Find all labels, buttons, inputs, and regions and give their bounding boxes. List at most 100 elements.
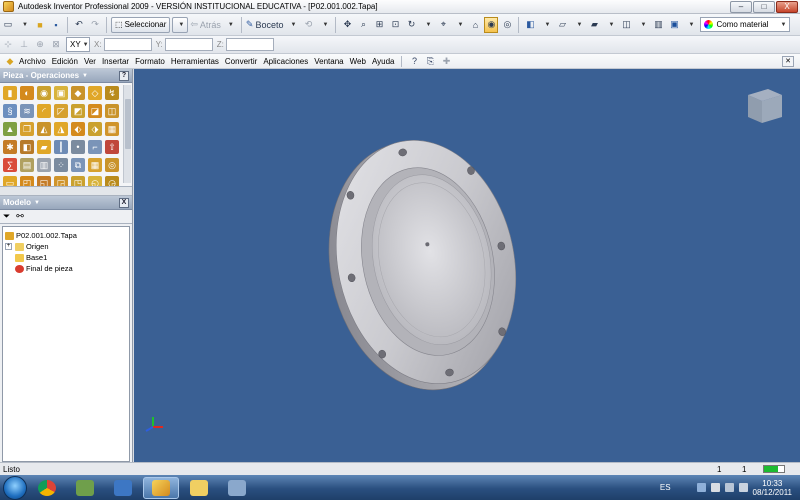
filter-icon[interactable]: ⏷ — [3, 211, 10, 222]
visual-style-icon[interactable]: ▣ — [667, 17, 681, 33]
hidden-edge-icon[interactable]: ◎ — [500, 17, 514, 33]
material-select[interactable]: Como material ▼ — [700, 17, 791, 32]
operations-help-button[interactable]: ? — [119, 70, 129, 81]
home-view-icon[interactable]: ⌂ — [468, 17, 482, 33]
part-document-icon[interactable]: ◆ — [4, 55, 16, 67]
inventor-app-icon[interactable] — [3, 1, 14, 12]
menu-convertir[interactable]: Convertir — [222, 57, 260, 66]
visual-style-dropdown-icon[interactable]: ▼ — [683, 17, 697, 33]
link-icon[interactable]: ⧉ — [71, 158, 85, 172]
hole-icon[interactable]: ◉ — [37, 86, 51, 100]
ground-plane-icon[interactable]: ▰ — [587, 17, 601, 33]
table-icon[interactable]: ▦ — [88, 158, 102, 172]
tree-item-end-of-part[interactable]: Final de pieza — [5, 263, 127, 274]
move-face-icon[interactable]: ▲ — [3, 122, 17, 136]
zoom-icon[interactable]: ⌕ — [356, 17, 370, 33]
work-point-icon[interactable]: • — [71, 140, 85, 154]
language-indicator[interactable]: ES — [660, 483, 671, 492]
operations-scrollbar[interactable] — [123, 85, 131, 183]
shadow-dropdown-icon[interactable]: ▼ — [571, 17, 585, 33]
extrude-icon[interactable]: ▮ — [3, 86, 17, 100]
circular-pattern-icon[interactable]: ✱ — [3, 140, 17, 154]
sketch-tools-icon[interactable]: ▥ — [37, 158, 51, 172]
sketch-button[interactable]: ✎ Boceto — [246, 17, 284, 33]
import-icon[interactable]: ⬗ — [88, 122, 102, 136]
menu-aplicaciones[interactable]: Aplicaciones — [260, 57, 311, 66]
plane-select[interactable]: XY ▼ — [66, 37, 90, 52]
menu-ver[interactable]: Ver — [81, 57, 99, 66]
chamfer-icon[interactable]: ◸ — [54, 104, 68, 118]
work-plane-icon[interactable]: ▰ — [37, 140, 51, 154]
taskbar-explorer[interactable] — [181, 477, 217, 499]
sculpt-icon[interactable]: ◳ — [71, 176, 85, 186]
shadow-icon[interactable]: ▱ — [555, 17, 569, 33]
z-coord-input[interactable] — [225, 38, 274, 51]
menu-formato[interactable]: Formato — [132, 57, 168, 66]
replace-face-icon[interactable]: ◵ — [88, 176, 102, 186]
unfold-icon[interactable]: ▭ — [3, 176, 17, 186]
scrollbar-thumb[interactable] — [125, 99, 131, 149]
menu-ventana[interactable]: Ventana — [311, 57, 346, 66]
display-mode-icon[interactable]: ◧ — [523, 17, 537, 33]
detail-icon[interactable]: ◎ — [105, 158, 119, 172]
display-mode-dropdown-icon[interactable]: ▼ — [539, 17, 553, 33]
minimize-button[interactable]: – — [730, 1, 752, 13]
undo-icon[interactable]: ↶ — [72, 17, 86, 33]
thicken-icon[interactable]: ◲ — [54, 176, 68, 186]
orbit-icon[interactable]: ↻ — [404, 17, 418, 33]
point-icon[interactable]: ⊕ — [33, 37, 47, 53]
taskbar-chrome[interactable] — [29, 477, 65, 499]
back-button[interactable]: ⇦ Atrás — [190, 17, 221, 33]
decal-icon[interactable]: ◭ — [37, 122, 51, 136]
pin-icon[interactable]: ✚ — [441, 55, 453, 67]
tree-item-root[interactable]: P02.001.002.Tapa — [5, 230, 127, 241]
boundary-icon[interactable]: ◱ — [37, 176, 51, 186]
new-dropdown-icon[interactable]: ▼ — [17, 17, 31, 33]
camera-dropdown-icon[interactable]: ▼ — [635, 17, 649, 33]
maximize-button[interactable]: □ — [753, 1, 775, 13]
look-at-icon[interactable]: ⌖ — [436, 17, 450, 33]
x-coord-input[interactable] — [103, 38, 152, 51]
split-icon[interactable]: ◪ — [88, 104, 102, 118]
rib-icon[interactable]: ◆ — [71, 86, 85, 100]
update-dropdown-icon[interactable]: ▼ — [317, 17, 331, 33]
combine-icon[interactable]: ◫ — [105, 104, 119, 118]
back-dropdown-icon[interactable]: ▼ — [223, 17, 237, 33]
tree-item-origin[interactable]: + Origen — [5, 241, 127, 252]
camera-icon[interactable]: ◫ — [619, 17, 633, 33]
chevron-down-icon[interactable]: ▼ — [82, 73, 88, 79]
copy-object-icon[interactable]: ❐ — [20, 122, 34, 136]
analysis-icon[interactable]: ▥ — [651, 17, 665, 33]
shell-icon[interactable]: ▣ — [54, 86, 68, 100]
mirror-icon[interactable]: ◧ — [20, 140, 34, 154]
loft-icon[interactable]: ◇ — [88, 86, 102, 100]
constraint-icon[interactable]: ⊥ — [17, 37, 31, 53]
pan-icon[interactable]: ✥ — [340, 17, 354, 33]
graphics-viewport[interactable] — [134, 69, 800, 462]
model-panel-close-button[interactable]: X — [119, 197, 129, 208]
update-icon[interactable]: ⟲ — [301, 17, 315, 33]
tray-up-icon[interactable] — [696, 483, 706, 492]
revolve-icon[interactable]: ◐ — [20, 86, 34, 100]
document-close-button[interactable]: ✕ — [782, 56, 794, 67]
taskbar-display[interactable] — [105, 477, 141, 499]
taskbar-network[interactable] — [67, 477, 103, 499]
new-file-icon[interactable]: ▭ — [1, 17, 15, 33]
work-axis-icon[interactable]: ┃ — [54, 140, 68, 154]
whats-this-icon[interactable]: ⎘ — [425, 55, 437, 67]
rectangular-pattern-icon[interactable]: ▦ — [105, 122, 119, 136]
derive-icon[interactable]: ⬖ — [71, 122, 85, 136]
model-panel-header[interactable]: Modelo ▼ X — [0, 196, 132, 210]
tree-item-base1[interactable]: Base1 — [5, 252, 127, 263]
shaded-display-icon[interactable]: ◉ — [484, 16, 499, 33]
operations-panel-header[interactable]: Pieza - Operaciones ▼ ? — [0, 69, 132, 83]
viewcube-icon[interactable] — [740, 83, 786, 129]
y-coord-input[interactable] — [164, 38, 213, 51]
coil-icon[interactable]: § — [3, 104, 17, 118]
delete-face-icon[interactable]: ◶ — [105, 176, 119, 186]
open-folder-icon[interactable]: ■ — [33, 17, 47, 33]
tray-network-icon[interactable] — [724, 483, 734, 492]
menu-web[interactable]: Web — [347, 57, 369, 66]
ilogic-icon[interactable]: ▤ — [20, 158, 34, 172]
zoom-window-icon[interactable]: ⊡ — [388, 17, 402, 33]
